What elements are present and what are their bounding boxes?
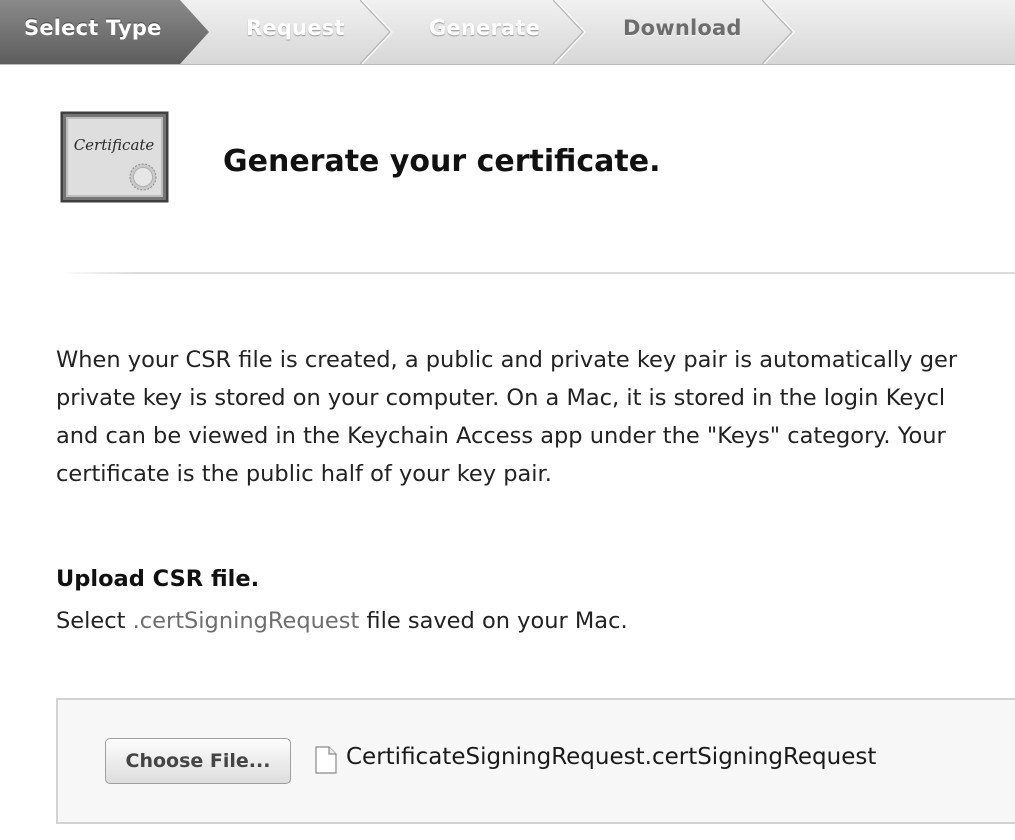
step-select-type[interactable]: Select Type (24, 0, 162, 64)
document-icon (315, 746, 337, 774)
step-request[interactable]: Request (246, 0, 345, 64)
step-separator-icon (360, 0, 394, 64)
step-generate[interactable]: Generate (429, 0, 540, 64)
certificate-icon: Certificate (60, 111, 169, 203)
instruction-suffix: file saved on your Mac. (359, 608, 628, 634)
description-line: When your CSR file is created, a public … (56, 347, 958, 373)
file-extension-text: .certSigningRequest (132, 608, 360, 634)
instruction-prefix: Select (56, 608, 133, 634)
step-progress-bar: Select Type Request Generate Download (0, 0, 1015, 65)
step-separator-icon (762, 0, 796, 64)
description-line: certificate is the public half of your k… (56, 461, 552, 487)
description-line: and can be viewed in the Keychain Access… (56, 423, 946, 449)
choose-file-button[interactable]: Choose File... (105, 738, 291, 784)
upload-heading: Upload CSR file. (56, 566, 260, 592)
upload-instructions: Select .certSigningRequest file saved on… (56, 608, 628, 634)
page-title: Generate your certificate. (223, 144, 661, 179)
certificate-icon-text: Certificate (74, 136, 155, 154)
selected-file-name: CertificateSigningRequest.certSigningReq… (346, 744, 877, 770)
description-paragraph: When your CSR file is created, a public … (56, 341, 1015, 493)
step-download[interactable]: Download (623, 0, 742, 64)
file-upload-box: Choose File... CertificateSigningRequest… (56, 698, 1015, 824)
description-line: private key is stored on your computer. … (56, 385, 946, 411)
step-separator-icon (553, 0, 587, 64)
section-divider (60, 272, 1015, 274)
